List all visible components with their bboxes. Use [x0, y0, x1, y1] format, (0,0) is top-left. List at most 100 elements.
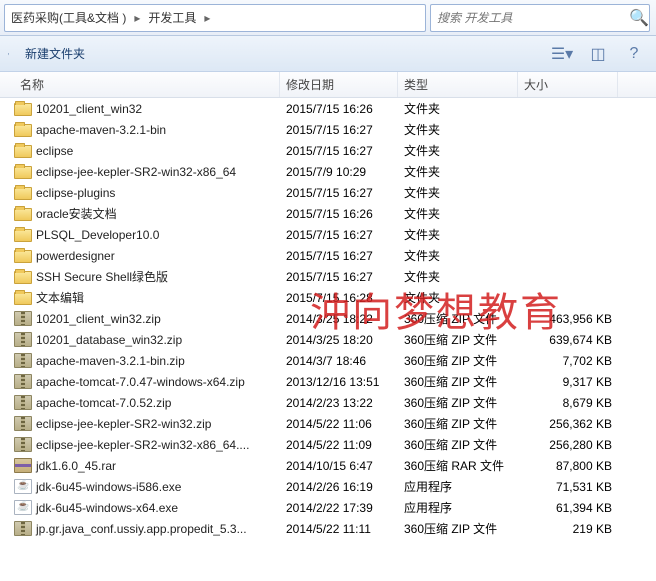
file-name: SSH Secure Shell绿色版	[36, 268, 168, 285]
column-headers: 名称 修改日期 类型 大小	[0, 72, 656, 98]
file-size: 7,702 KB	[518, 354, 618, 368]
file-type: 360压缩 ZIP 文件	[398, 310, 518, 327]
table-row[interactable]: 10201_client_win322015/7/15 16:26文件夹	[0, 98, 656, 119]
file-name: oracle安装文档	[36, 205, 117, 222]
table-row[interactable]: apache-maven-3.2.1-bin.zip 2014/3/7 18:46…	[0, 350, 656, 371]
file-date: 2014/5/22 11:09	[280, 438, 398, 452]
file-date: 2015/7/15 16:27	[280, 144, 398, 158]
file-date: 2015/7/15 16:27	[280, 228, 398, 242]
file-name: 10201_database_win32.zip	[36, 333, 182, 347]
table-row[interactable]: apache-maven-3.2.1-bin 2015/7/15 16:27文件夹	[0, 119, 656, 140]
file-type: 应用程序	[398, 499, 518, 516]
file-type: 文件夹	[398, 163, 518, 180]
header-size[interactable]: 大小	[518, 72, 618, 97]
file-name: apache-tomcat-7.0.52.zip	[36, 396, 171, 410]
folder-icon	[14, 250, 32, 263]
file-date: 2013/12/16 13:51	[280, 375, 398, 389]
table-row[interactable]: eclipse2015/7/15 16:27文件夹	[0, 140, 656, 161]
table-row[interactable]: apache-tomcat-7.0.47-windows-x64.zip2013…	[0, 371, 656, 392]
file-name: jp.gr.java_conf.ussiy.app.propedit_5.3..…	[36, 522, 247, 536]
table-row[interactable]: eclipse-jee-kepler-SR2-win32-x86_64.... 2…	[0, 434, 656, 455]
folder-icon	[14, 103, 32, 116]
file-name: 10201_client_win32.zip	[36, 312, 161, 326]
file-name: PLSQL_Developer10.0	[36, 228, 159, 242]
file-type: 360压缩 ZIP 文件	[398, 394, 518, 411]
file-size: 9,317 KB	[518, 375, 618, 389]
table-row[interactable]: jdk-6u45-windows-x64.exe 2014/2/22 17:39应…	[0, 497, 656, 518]
crumb-1[interactable]: 开发工具	[142, 9, 202, 26]
file-name: apache-maven-3.2.1-bin	[36, 123, 166, 137]
table-row[interactable]: jp.gr.java_conf.ussiy.app.propedit_5.3..…	[0, 518, 656, 539]
header-date[interactable]: 修改日期	[280, 72, 398, 97]
file-type: 文件夹	[398, 247, 518, 264]
file-name: jdk1.6.0_45.rar	[36, 459, 116, 473]
zip-icon	[14, 395, 32, 410]
file-date: 2015/7/15 16:27	[280, 123, 398, 137]
folder-icon	[14, 271, 32, 284]
file-type: 文件夹	[398, 184, 518, 201]
folder-icon	[14, 208, 32, 221]
file-name: jdk-6u45-windows-x64.exe	[36, 501, 178, 515]
file-name: eclipse-plugins	[36, 186, 115, 200]
file-date: 2014/2/23 13:22	[280, 396, 398, 410]
table-row[interactable]: jdk1.6.0_45.rar2014/10/15 6:47360压缩 RAR …	[0, 455, 656, 476]
rar-icon	[14, 458, 32, 473]
zip-icon	[14, 374, 32, 389]
file-type: 文件夹	[398, 100, 518, 117]
table-row[interactable]: 10201_database_win32.zip 2014/3/25 18:203…	[0, 329, 656, 350]
folder-icon	[14, 292, 32, 305]
table-row[interactable]: eclipse-jee-kepler-SR2-win32.zip2014/5/2…	[0, 413, 656, 434]
chevron-right-icon[interactable]: ▸	[132, 11, 142, 25]
table-row[interactable]: eclipse-jee-kepler-SR2-win32-x86_642015/…	[0, 161, 656, 182]
table-row[interactable]: apache-tomcat-7.0.52.zip 2014/2/23 13:223…	[0, 392, 656, 413]
file-date: 2014/5/22 11:06	[280, 417, 398, 431]
toolbar-dropdown[interactable]	[8, 47, 9, 61]
file-name: jdk-6u45-windows-i586.exe	[36, 480, 181, 494]
chevron-right-icon[interactable]: ▸	[202, 11, 212, 25]
search-box[interactable]: 🔍	[430, 4, 650, 32]
breadcrumb[interactable]: 医药采购(工具&文档 ) ▸ 开发工具 ▸	[4, 4, 426, 32]
file-list: 10201_client_win322015/7/15 16:26文件夹apac…	[0, 98, 656, 539]
file-name: eclipse-jee-kepler-SR2-win32-x86_64....	[36, 438, 249, 452]
file-type: 文件夹	[398, 205, 518, 222]
file-date: 2014/2/22 17:39	[280, 501, 398, 515]
file-type: 360压缩 RAR 文件	[398, 457, 518, 474]
file-size: 256,362 KB	[518, 417, 618, 431]
file-date: 2014/3/7 18:46	[280, 354, 398, 368]
header-type[interactable]: 类型	[398, 72, 518, 97]
file-name: 文本编辑	[36, 289, 84, 306]
header-name[interactable]: 名称	[0, 72, 280, 97]
file-date: 2015/7/15 16:27	[280, 270, 398, 284]
file-date: 2015/7/15 16:28	[280, 291, 398, 305]
zip-icon	[14, 311, 32, 326]
table-row[interactable]: 文本编辑 2015/7/15 16:28文件夹	[0, 287, 656, 308]
folder-icon	[14, 145, 32, 158]
table-row[interactable]: SSH Secure Shell绿色版2015/7/15 16:27文件夹	[0, 266, 656, 287]
table-row[interactable]: eclipse-plugins2015/7/15 16:27文件夹	[0, 182, 656, 203]
table-row[interactable]: powerdesigner2015/7/15 16:27文件夹	[0, 245, 656, 266]
help-icon[interactable]: ?	[620, 43, 648, 65]
folder-icon	[14, 124, 32, 137]
view-options-icon[interactable]: ☰▾	[548, 43, 576, 65]
file-date: 2015/7/15 16:26	[280, 102, 398, 116]
file-date: 2014/5/22 11:11	[280, 522, 398, 536]
crumb-0[interactable]: 医药采购(工具&文档 )	[5, 9, 132, 26]
new-folder-button[interactable]: 新建文件夹	[17, 41, 93, 66]
search-input[interactable]	[431, 11, 629, 25]
file-size: 219 KB	[518, 522, 618, 536]
file-date: 2014/3/25 18:20	[280, 333, 398, 347]
file-size: 639,674 KB	[518, 333, 618, 347]
file-name: apache-maven-3.2.1-bin.zip	[36, 354, 185, 368]
preview-pane-icon[interactable]: ◫	[584, 43, 612, 65]
file-type: 360压缩 ZIP 文件	[398, 520, 518, 537]
table-row[interactable]: oracle安装文档 2015/7/15 16:26文件夹	[0, 203, 656, 224]
table-row[interactable]: 10201_client_win32.zip2014/3/25 18:22360…	[0, 308, 656, 329]
file-date: 2015/7/15 16:26	[280, 207, 398, 221]
file-type: 360压缩 ZIP 文件	[398, 331, 518, 348]
zip-icon	[14, 353, 32, 368]
file-type: 文件夹	[398, 121, 518, 138]
table-row[interactable]: jdk-6u45-windows-i586.exe2014/2/26 16:19…	[0, 476, 656, 497]
table-row[interactable]: PLSQL_Developer10.02015/7/15 16:27文件夹	[0, 224, 656, 245]
search-icon[interactable]: 🔍	[629, 8, 649, 28]
file-type: 文件夹	[398, 289, 518, 306]
